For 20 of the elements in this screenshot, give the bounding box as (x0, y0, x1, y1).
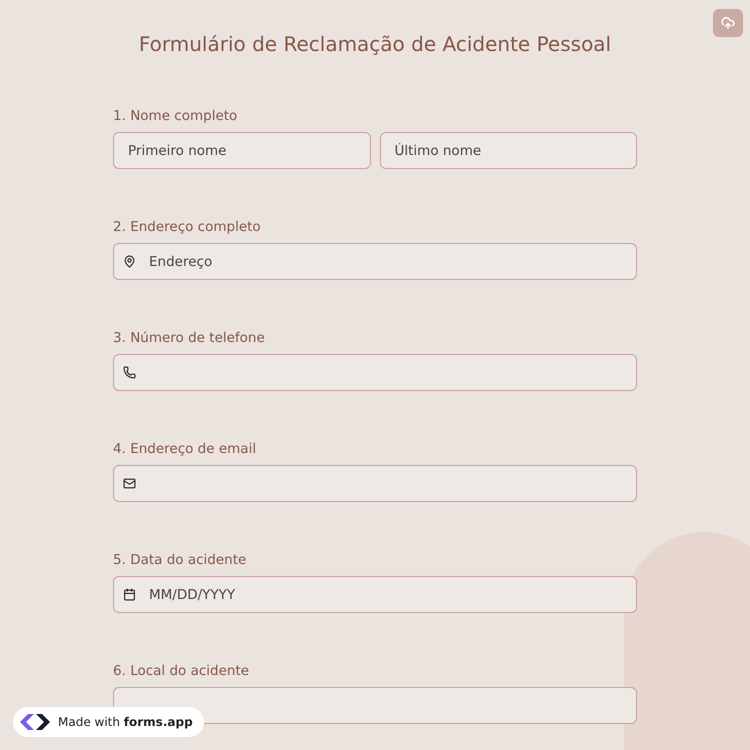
email-icon (123, 477, 136, 490)
question-label: 4. Endereço de email (113, 441, 258, 457)
input-field[interactable]: Endereço (113, 243, 637, 280)
cloud-upload-button[interactable] (713, 9, 743, 37)
question-label: 5. Data do acidente (113, 552, 248, 568)
phone-icon (123, 366, 136, 379)
cloud-upload-icon (721, 16, 735, 30)
date-icon (123, 588, 136, 601)
address-icon (123, 255, 136, 268)
input-field[interactable]: Primeiro nome (113, 132, 370, 169)
input-field[interactable]: MM/DD/YYYY (113, 576, 637, 613)
question-label: 6. Local do acidente (113, 663, 250, 679)
question-label: 1. Nome completo (113, 108, 238, 124)
badge-text: Made with forms.app (58, 715, 193, 729)
input-field[interactable] (113, 465, 637, 502)
input-field[interactable] (113, 354, 637, 391)
question-label: 2. Endereço completo (113, 219, 262, 235)
form-title: Formulário de Reclamação de Acidente Pessoal (138, 32, 612, 56)
question-label: 3. Número de telefone (113, 330, 266, 346)
made-with-link[interactable]: Made with forms.app (13, 707, 204, 737)
